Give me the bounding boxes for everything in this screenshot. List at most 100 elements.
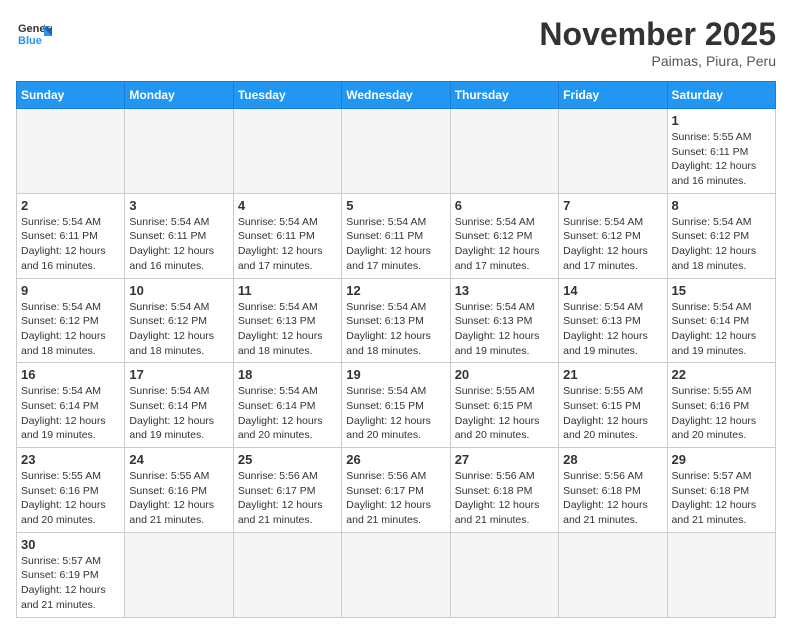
day-number: 14	[563, 283, 662, 298]
day-number: 6	[455, 198, 554, 213]
calendar-cell	[559, 532, 667, 617]
day-info: Sunrise: 5:56 AMSunset: 6:17 PMDaylight:…	[238, 469, 337, 528]
column-header-wednesday: Wednesday	[342, 82, 450, 109]
day-info: Sunrise: 5:54 AMSunset: 6:13 PMDaylight:…	[238, 300, 337, 359]
logo: General Blue	[16, 16, 52, 52]
week-row-2: 2 Sunrise: 5:54 AMSunset: 6:11 PMDaylight…	[17, 193, 776, 278]
day-info: Sunrise: 5:56 AMSunset: 6:18 PMDaylight:…	[563, 469, 662, 528]
day-info: Sunrise: 5:54 AMSunset: 6:11 PMDaylight:…	[346, 215, 445, 274]
day-info: Sunrise: 5:54 AMSunset: 6:12 PMDaylight:…	[21, 300, 120, 359]
calendar-cell: 24 Sunrise: 5:55 AMSunset: 6:16 PMDayligh…	[125, 448, 233, 533]
calendar-cell: 25 Sunrise: 5:56 AMSunset: 6:17 PMDayligh…	[233, 448, 341, 533]
calendar-cell	[125, 532, 233, 617]
calendar-cell: 29 Sunrise: 5:57 AMSunset: 6:18 PMDayligh…	[667, 448, 775, 533]
calendar-header-row: SundayMondayTuesdayWednesdayThursdayFrid…	[17, 82, 776, 109]
day-info: Sunrise: 5:54 AMSunset: 6:14 PMDaylight:…	[129, 384, 228, 443]
calendar-cell: 12Sunrise: 5:54 AMSunset: 6:13 PMDayligh…	[342, 278, 450, 363]
calendar-cell: 27 Sunrise: 5:56 AMSunset: 6:18 PMDayligh…	[450, 448, 558, 533]
day-number: 26	[346, 452, 445, 467]
calendar-cell: 20 Sunrise: 5:55 AMSunset: 6:15 PMDayligh…	[450, 363, 558, 448]
day-info: Sunrise: 5:56 AMSunset: 6:18 PMDaylight:…	[455, 469, 554, 528]
svg-text:Blue: Blue	[18, 35, 42, 47]
day-info: Sunrise: 5:56 AMSunset: 6:17 PMDaylight:…	[346, 469, 445, 528]
day-info: Sunrise: 5:54 AMSunset: 6:11 PMDaylight:…	[129, 215, 228, 274]
calendar-cell: 17 Sunrise: 5:54 AMSunset: 6:14 PMDayligh…	[125, 363, 233, 448]
calendar-cell: 28Sunrise: 5:56 AMSunset: 6:18 PMDayligh…	[559, 448, 667, 533]
calendar-cell: 6 Sunrise: 5:54 AMSunset: 6:12 PMDaylight…	[450, 193, 558, 278]
day-number: 22	[672, 367, 771, 382]
column-header-saturday: Saturday	[667, 82, 775, 109]
day-number: 2	[21, 198, 120, 213]
day-info: Sunrise: 5:55 AMSunset: 6:16 PMDaylight:…	[129, 469, 228, 528]
day-info: Sunrise: 5:55 AMSunset: 6:16 PMDaylight:…	[21, 469, 120, 528]
day-number: 16	[21, 367, 120, 382]
day-info: Sunrise: 5:54 AMSunset: 6:12 PMDaylight:…	[455, 215, 554, 274]
day-info: Sunrise: 5:54 AMSunset: 6:13 PMDaylight:…	[455, 300, 554, 359]
calendar-cell: 14Sunrise: 5:54 AMSunset: 6:13 PMDayligh…	[559, 278, 667, 363]
calendar-cell: 2 Sunrise: 5:54 AMSunset: 6:11 PMDaylight…	[17, 193, 125, 278]
column-header-tuesday: Tuesday	[233, 82, 341, 109]
logo-icon: General Blue	[16, 16, 52, 52]
day-number: 20	[455, 367, 554, 382]
day-info: Sunrise: 5:55 AMSunset: 6:16 PMDaylight:…	[672, 384, 771, 443]
calendar-cell: 23Sunrise: 5:55 AMSunset: 6:16 PMDayligh…	[17, 448, 125, 533]
calendar-cell: 30Sunrise: 5:57 AMSunset: 6:19 PMDayligh…	[17, 532, 125, 617]
calendar-cell: 13Sunrise: 5:54 AMSunset: 6:13 PMDayligh…	[450, 278, 558, 363]
calendar-cell: 15 Sunrise: 5:54 AMSunset: 6:14 PMDayligh…	[667, 278, 775, 363]
day-number: 25	[238, 452, 337, 467]
day-number: 18	[238, 367, 337, 382]
column-header-sunday: Sunday	[17, 82, 125, 109]
day-info: Sunrise: 5:54 AMSunset: 6:13 PMDaylight:…	[346, 300, 445, 359]
calendar-cell: 21 Sunrise: 5:55 AMSunset: 6:15 PMDayligh…	[559, 363, 667, 448]
calendar-cell	[342, 532, 450, 617]
day-number: 15	[672, 283, 771, 298]
day-number: 21	[563, 367, 662, 382]
calendar-cell	[667, 532, 775, 617]
day-info: Sunrise: 5:55 AMSunset: 6:11 PMDaylight:…	[672, 130, 771, 189]
calendar-cell: 7Sunrise: 5:54 AMSunset: 6:12 PMDaylight…	[559, 193, 667, 278]
calendar-cell: 3 Sunrise: 5:54 AMSunset: 6:11 PMDaylight…	[125, 193, 233, 278]
day-number: 24	[129, 452, 228, 467]
calendar-cell: 19 Sunrise: 5:54 AMSunset: 6:15 PMDayligh…	[342, 363, 450, 448]
day-info: Sunrise: 5:55 AMSunset: 6:15 PMDaylight:…	[455, 384, 554, 443]
week-row-5: 23Sunrise: 5:55 AMSunset: 6:16 PMDayligh…	[17, 448, 776, 533]
calendar-cell: 10Sunrise: 5:54 AMSunset: 6:12 PMDayligh…	[125, 278, 233, 363]
page-header: General Blue November 2025 Paimas, Piura…	[16, 16, 776, 69]
day-number: 29	[672, 452, 771, 467]
day-number: 19	[346, 367, 445, 382]
day-number: 17	[129, 367, 228, 382]
day-number: 3	[129, 198, 228, 213]
day-info: Sunrise: 5:55 AMSunset: 6:15 PMDaylight:…	[563, 384, 662, 443]
column-header-thursday: Thursday	[450, 82, 558, 109]
month-title: November 2025	[539, 16, 776, 53]
calendar-cell	[342, 109, 450, 194]
day-number: 11	[238, 283, 337, 298]
calendar-cell	[233, 532, 341, 617]
day-number: 9	[21, 283, 120, 298]
day-info: Sunrise: 5:54 AMSunset: 6:12 PMDaylight:…	[563, 215, 662, 274]
calendar-cell: 4Sunrise: 5:54 AMSunset: 6:11 PMDaylight…	[233, 193, 341, 278]
calendar-cell: 9 Sunrise: 5:54 AMSunset: 6:12 PMDaylight…	[17, 278, 125, 363]
day-number: 5	[346, 198, 445, 213]
calendar-cell: 22 Sunrise: 5:55 AMSunset: 6:16 PMDayligh…	[667, 363, 775, 448]
day-number: 8	[672, 198, 771, 213]
column-header-monday: Monday	[125, 82, 233, 109]
calendar-cell: 11 Sunrise: 5:54 AMSunset: 6:13 PMDayligh…	[233, 278, 341, 363]
week-row-1: 1Sunrise: 5:55 AMSunset: 6:11 PMDaylight…	[17, 109, 776, 194]
calendar-cell: 16Sunrise: 5:54 AMSunset: 6:14 PMDayligh…	[17, 363, 125, 448]
calendar-cell: 18 Sunrise: 5:54 AMSunset: 6:14 PMDayligh…	[233, 363, 341, 448]
day-info: Sunrise: 5:57 AMSunset: 6:18 PMDaylight:…	[672, 469, 771, 528]
calendar-cell	[17, 109, 125, 194]
day-number: 27	[455, 452, 554, 467]
calendar-cell	[125, 109, 233, 194]
calendar-cell	[450, 532, 558, 617]
week-row-3: 9 Sunrise: 5:54 AMSunset: 6:12 PMDaylight…	[17, 278, 776, 363]
day-info: Sunrise: 5:54 AMSunset: 6:14 PMDaylight:…	[672, 300, 771, 359]
calendar-cell: 8Sunrise: 5:54 AMSunset: 6:12 PMDaylight…	[667, 193, 775, 278]
day-info: Sunrise: 5:54 AMSunset: 6:14 PMDaylight:…	[238, 384, 337, 443]
day-info: Sunrise: 5:54 AMSunset: 6:15 PMDaylight:…	[346, 384, 445, 443]
column-header-friday: Friday	[559, 82, 667, 109]
week-row-6: 30Sunrise: 5:57 AMSunset: 6:19 PMDayligh…	[17, 532, 776, 617]
day-info: Sunrise: 5:54 AMSunset: 6:11 PMDaylight:…	[21, 215, 120, 274]
week-row-4: 16 Sunrise: 5:54 AMSunset: 6:14 PMDayligh…	[17, 363, 776, 448]
